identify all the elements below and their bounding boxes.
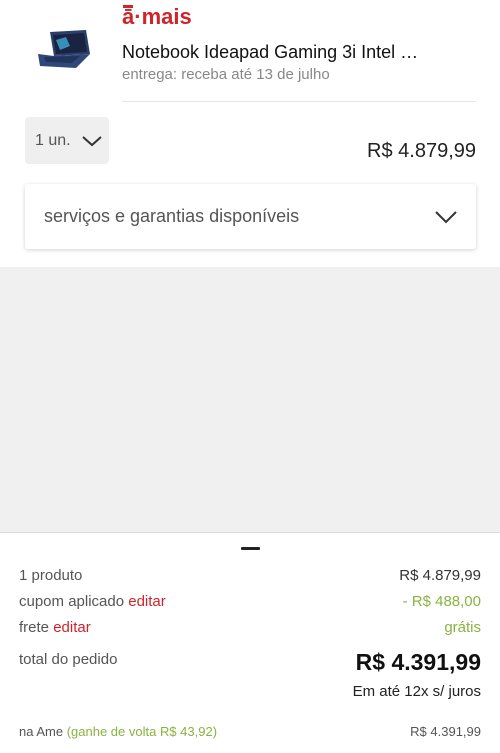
shipping-row: frete editar grátis (19, 619, 481, 636)
drag-handle[interactable] (241, 547, 260, 550)
products-value: R$ 4.879,99 (399, 567, 481, 584)
shipping-label: frete (19, 619, 50, 636)
product-title[interactable]: Notebook Ideapad Gaming 3i Intel … (122, 42, 462, 63)
services-dropdown[interactable]: serviços e garantias disponíveis (25, 184, 476, 249)
coupon-edit-link[interactable]: editar (128, 593, 166, 610)
chevron-down-icon (81, 135, 102, 146)
ame-value: R$ 4.391,99 (410, 724, 481, 739)
total-label: total do pedido (19, 651, 118, 668)
installments-info: Em até 12x s/ juros (352, 683, 481, 700)
brand-logo-accent: ā (122, 4, 135, 29)
order-summary: 1 produto R$ 4.879,99 cupom aplicado edi… (0, 532, 500, 753)
ame-row: na Ame (ganhe de volta R$ 43,92) R$ 4.39… (19, 724, 481, 739)
total-row: total do pedido R$ 4.391,99 (19, 649, 481, 676)
divider (122, 101, 476, 102)
brand-logo: ā·mais (122, 4, 192, 30)
quantity-value: 1 un. (35, 131, 71, 149)
chevron-down-icon (435, 211, 457, 224)
empty-panel (0, 267, 500, 532)
product-card: ā·mais Notebook Ideapad Gaming 3i Intel … (0, 0, 500, 267)
ame-cashback: (ganhe de volta R$ 43,92) (66, 724, 218, 739)
quantity-select[interactable]: 1 un. (25, 117, 109, 164)
shipping-edit-link[interactable]: editar (53, 619, 91, 636)
total-value: R$ 4.391,99 (355, 649, 481, 675)
services-label: serviços e garantias disponíveis (44, 206, 300, 226)
coupon-row: cupom aplicado editar - R$ 488,00 (19, 593, 481, 610)
ame-label: na Ame (19, 724, 64, 739)
delivery-estimate: entrega: receba até 13 de julho (122, 66, 330, 83)
coupon-value: - R$ 488,00 (402, 593, 481, 610)
shipping-value: grátis (444, 619, 481, 636)
products-row: 1 produto R$ 4.879,99 (19, 567, 481, 584)
coupon-label: cupom aplicado (19, 593, 125, 610)
brand-logo-text: ·mais (134, 4, 192, 29)
products-label: 1 produto (19, 567, 83, 584)
laptop-icon (38, 30, 90, 68)
product-price: R$ 4.879,99 (367, 140, 476, 162)
